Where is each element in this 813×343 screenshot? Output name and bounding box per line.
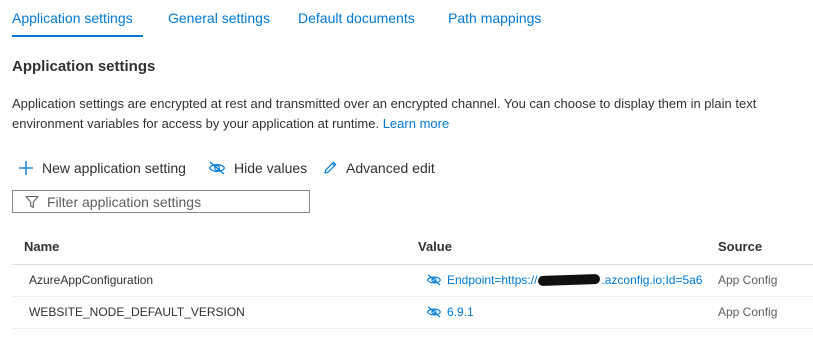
plus-icon: [19, 161, 33, 175]
setting-value-text: 6.9.1: [447, 305, 474, 319]
redaction-mark: [538, 273, 601, 287]
table-row[interactable]: AzureAppConfiguration Endpoint=https://.…: [12, 265, 813, 297]
tab-general-settings[interactable]: General settings: [168, 10, 270, 26]
advanced-edit-button[interactable]: Advanced edit: [322, 160, 435, 176]
hide-values-label: Hide values: [234, 160, 308, 176]
hide-values-button[interactable]: Hide values: [208, 160, 307, 176]
setting-value[interactable]: 6.9.1: [426, 305, 474, 319]
tab-path-mappings[interactable]: Path mappings: [448, 10, 541, 26]
new-application-setting-label: New application setting: [42, 160, 186, 176]
setting-value-prefix: Endpoint=https://: [447, 273, 538, 287]
filter-input[interactable]: [47, 193, 287, 210]
column-header-name[interactable]: Name: [24, 239, 59, 254]
setting-value-suffix: .azconfig.io;Id=5a6: [601, 273, 703, 287]
advanced-edit-label: Advanced edit: [346, 160, 435, 176]
table-header: Name Value Source: [12, 232, 813, 265]
new-application-setting-button[interactable]: New application setting: [18, 160, 186, 176]
pencil-icon: [324, 161, 337, 174]
section-title: Application settings: [12, 58, 156, 75]
setting-name[interactable]: AzureAppConfiguration: [29, 273, 153, 287]
tab-default-documents[interactable]: Default documents: [298, 10, 415, 26]
setting-value[interactable]: Endpoint=https:// .azconfig.io;Id=5a6: [426, 273, 702, 287]
description-line-2-text: environment variables for access by your…: [12, 116, 380, 131]
description-line-2: environment variables for access by your…: [12, 114, 813, 134]
setting-source: App Config: [718, 273, 778, 287]
settings-table: Name Value Source AzureAppConfiguration …: [12, 232, 813, 329]
description-line-1: Application settings are encrypted at re…: [12, 96, 757, 111]
active-tab-indicator: [12, 35, 143, 37]
learn-more-link[interactable]: Learn more: [383, 116, 449, 131]
filter-box: [12, 190, 310, 213]
eye-hide-icon: [426, 274, 442, 286]
settings-tabs: Application settings General settings De…: [0, 0, 813, 40]
column-header-value[interactable]: Value: [418, 239, 452, 254]
setting-source: App Config: [718, 305, 778, 319]
eye-hide-icon: [208, 161, 226, 175]
filter-icon: [25, 195, 39, 208]
section-description: Application settings are encrypted at re…: [12, 94, 813, 134]
column-header-source[interactable]: Source: [718, 239, 762, 254]
table-row[interactable]: WEBSITE_NODE_DEFAULT_VERSION 6.9.1 App C…: [12, 297, 813, 329]
eye-hide-icon: [426, 306, 442, 318]
setting-name[interactable]: WEBSITE_NODE_DEFAULT_VERSION: [29, 305, 245, 319]
tab-application-settings[interactable]: Application settings: [12, 10, 133, 26]
